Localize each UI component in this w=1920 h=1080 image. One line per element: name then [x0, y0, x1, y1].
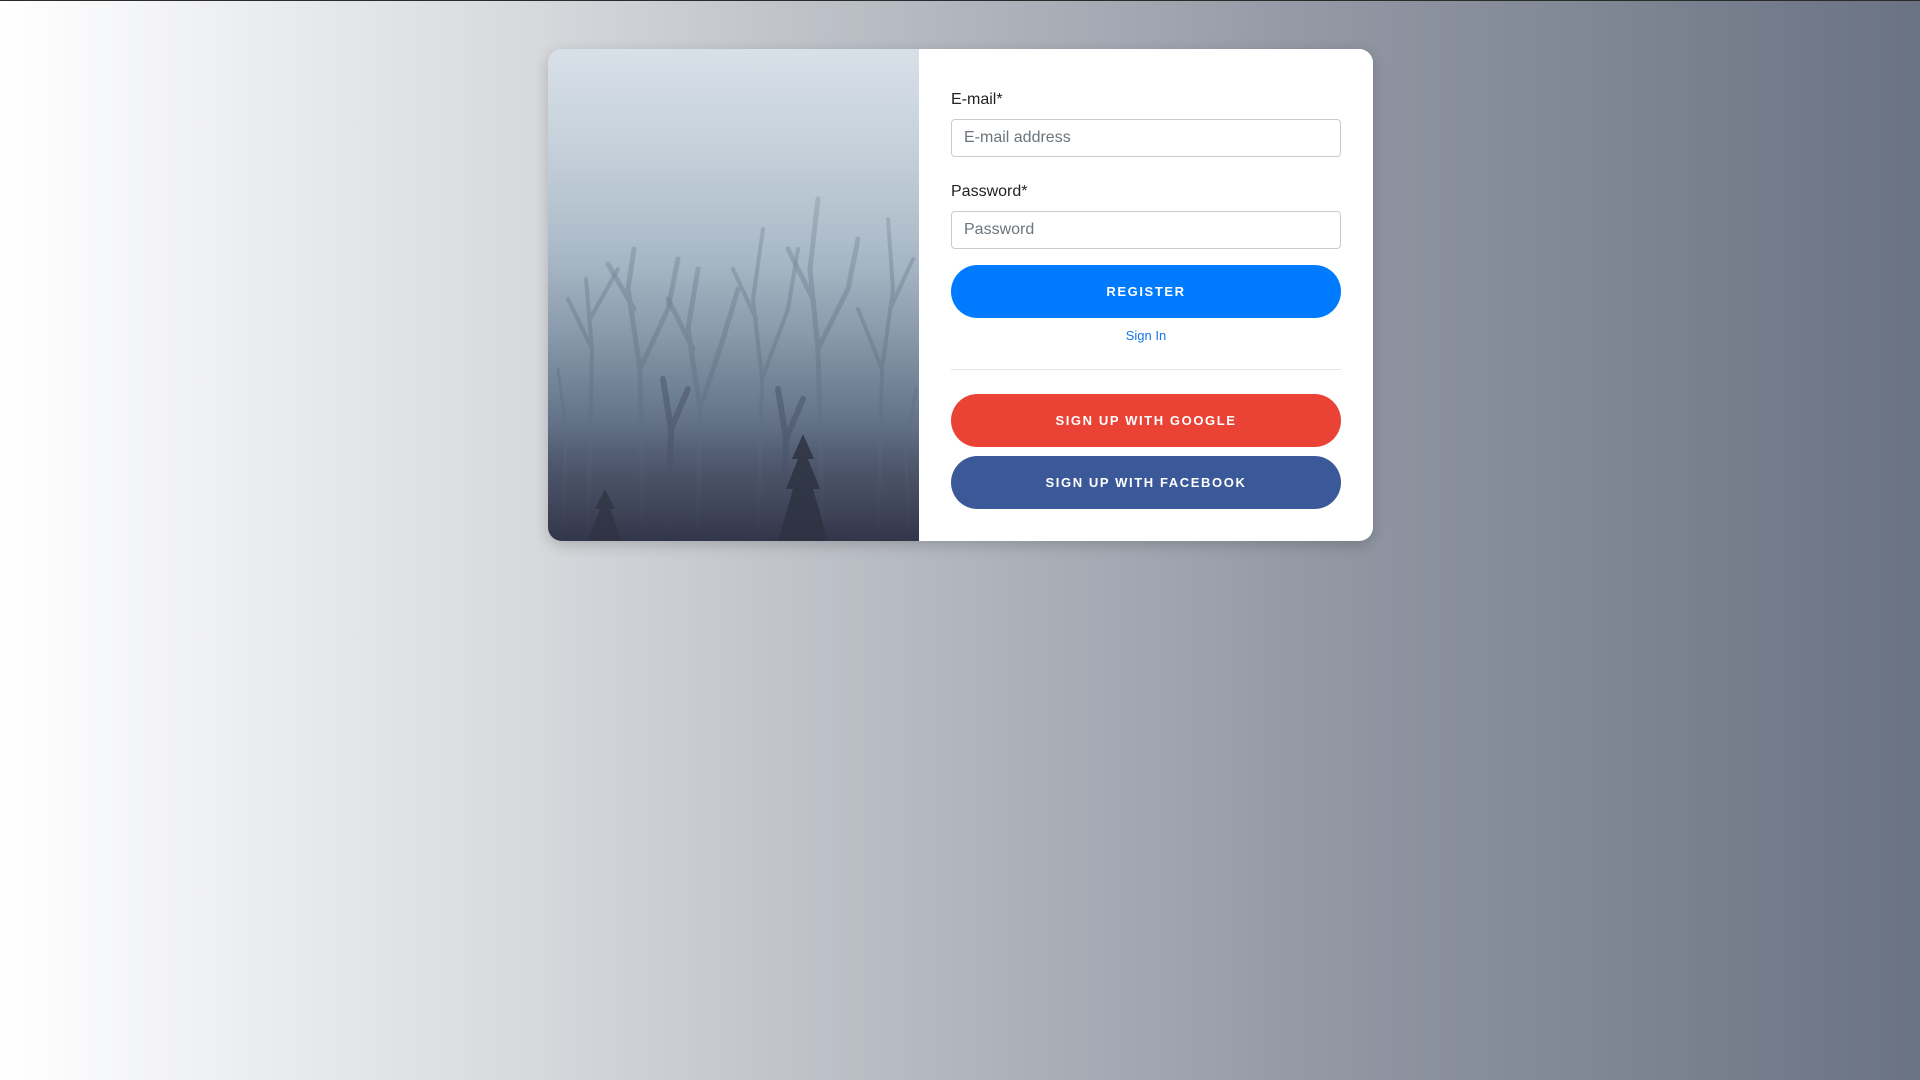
top-border-line: [0, 0, 1920, 1]
register-card: E-mail* Password* REGISTER Sign In SIGN …: [548, 49, 1373, 541]
google-signup-button[interactable]: SIGN UP WITH GOOGLE: [951, 394, 1341, 447]
register-form: E-mail* Password* REGISTER Sign In SIGN …: [919, 49, 1373, 541]
email-label: E-mail*: [951, 91, 1003, 108]
password-label: Password*: [951, 183, 1028, 200]
register-button[interactable]: REGISTER: [951, 265, 1341, 318]
divider: [951, 369, 1341, 370]
password-field[interactable]: [951, 211, 1341, 249]
forest-illustration: [548, 49, 919, 541]
sign-in-link[interactable]: Sign In: [951, 328, 1341, 343]
email-field[interactable]: [951, 119, 1341, 157]
foggy-forest-photo: [548, 49, 919, 541]
facebook-signup-button[interactable]: SIGN UP WITH FACEBOOK: [951, 456, 1341, 509]
